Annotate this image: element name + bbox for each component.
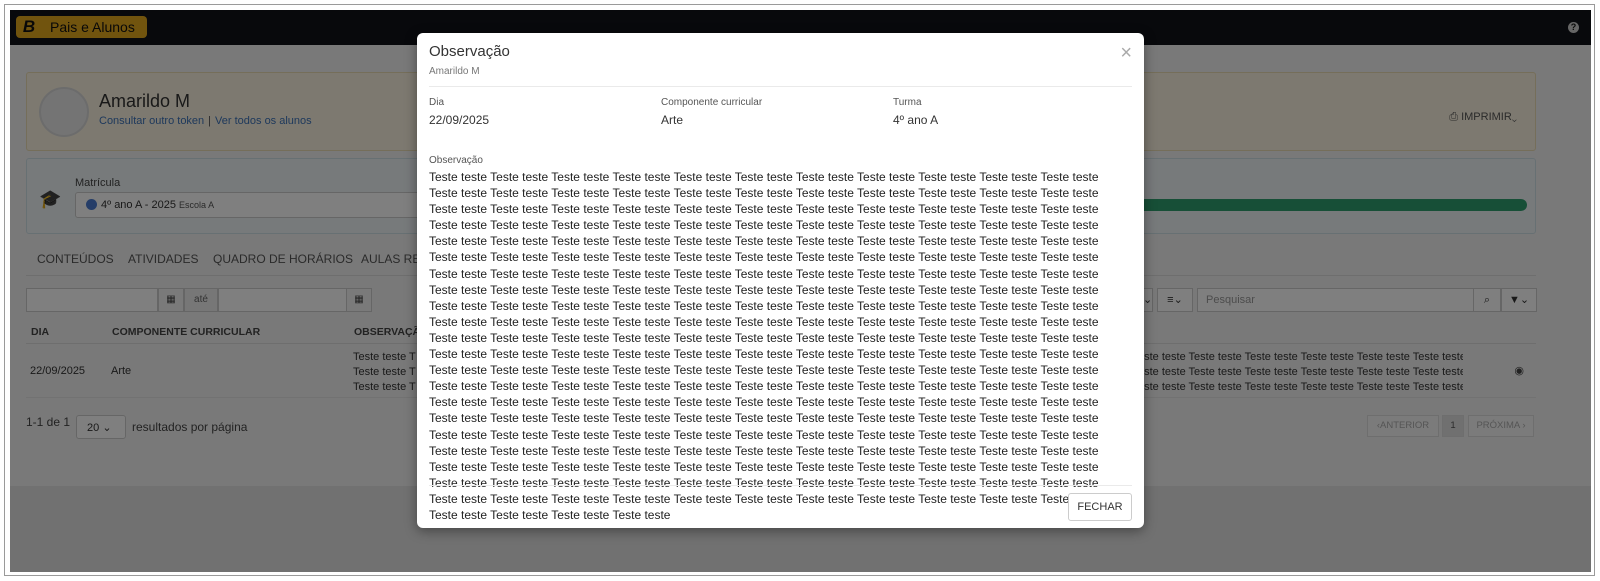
componente-label: Componente curricular: [661, 97, 763, 108]
modal-subtitle: Amarildo M: [429, 66, 480, 77]
turma-label: Turma: [893, 97, 922, 108]
observacao-label: Observação: [429, 155, 483, 166]
app-root: B Pais e Alunos ? Amarildo M Consultar o…: [10, 10, 1591, 572]
componente-value: Arte: [661, 113, 684, 127]
close-icon[interactable]: ×: [1120, 43, 1132, 63]
observacao-text: Teste teste Teste teste Teste teste Test…: [429, 170, 1099, 522]
modal-title: Observação: [429, 43, 510, 60]
dia-label: Dia: [429, 97, 445, 108]
modal-footer-divider: [429, 485, 1132, 486]
close-button[interactable]: FECHAR: [1068, 493, 1132, 521]
observation-modal: Observação Amarildo M × Dia 22/09/2025 C…: [417, 33, 1144, 528]
turma-value: 4º ano A: [893, 113, 939, 127]
dia-value: 22/09/2025: [429, 113, 490, 127]
modal-divider: [429, 86, 1132, 87]
